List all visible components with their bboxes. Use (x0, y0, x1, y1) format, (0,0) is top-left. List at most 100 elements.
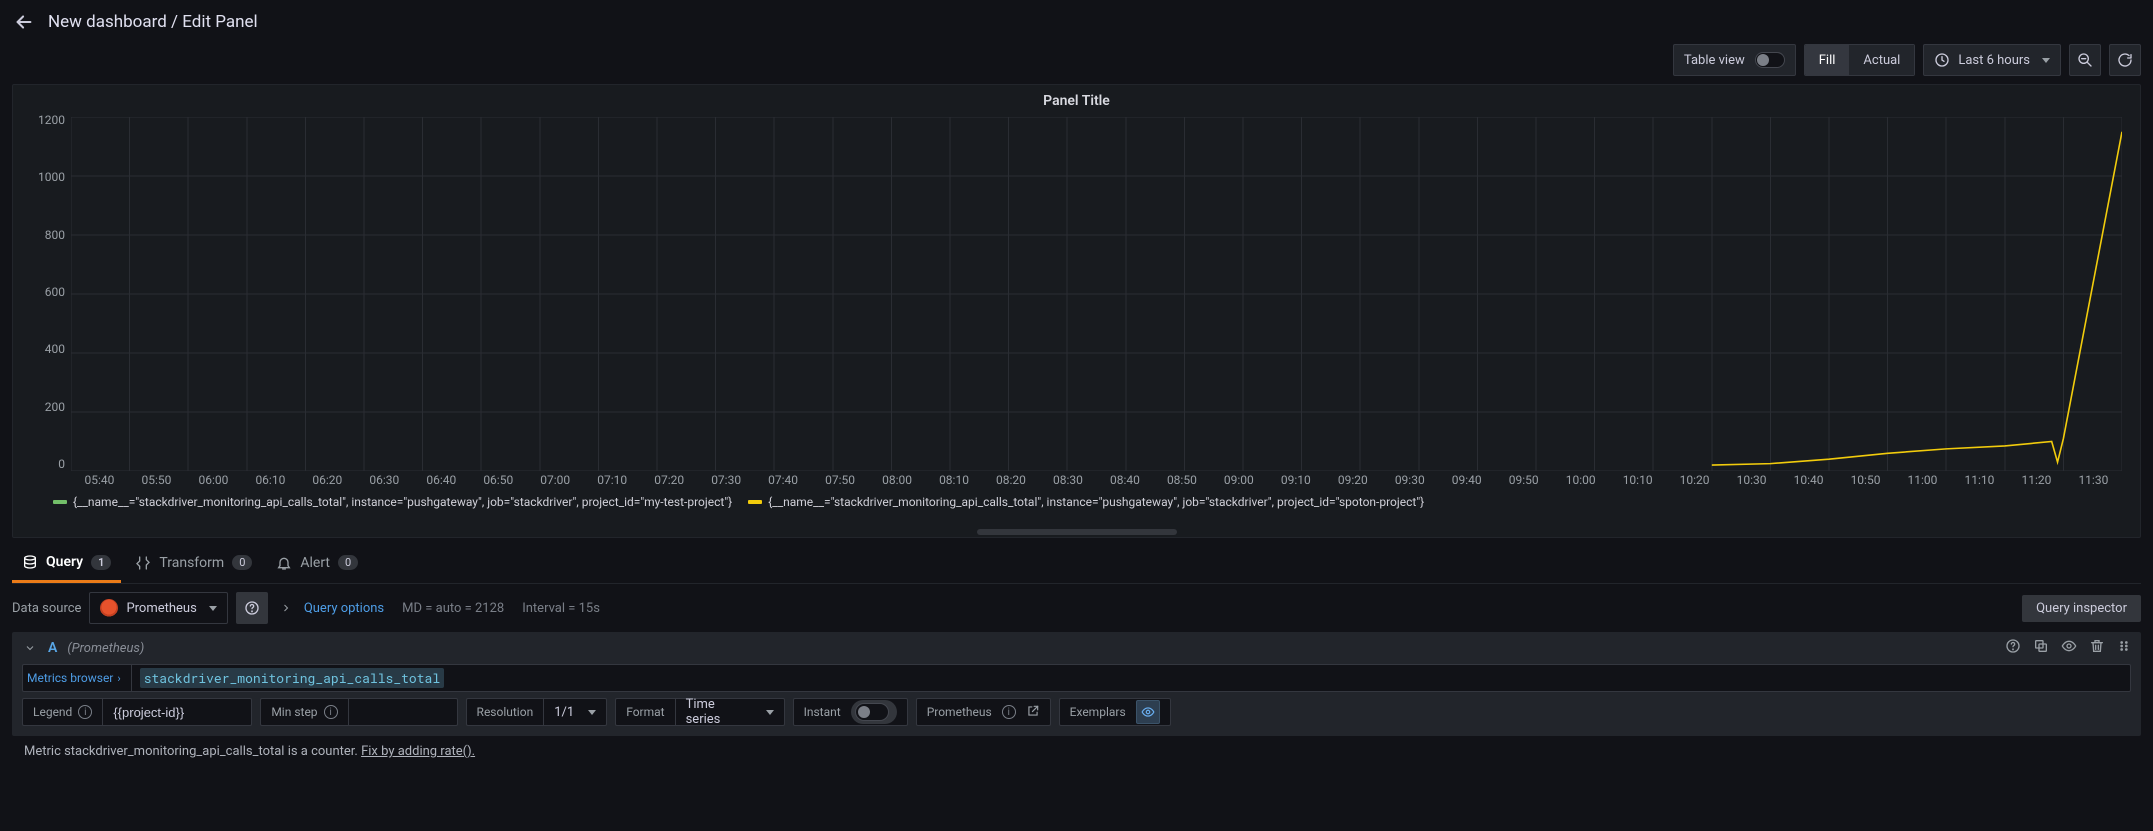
chevron-down-icon (2042, 58, 2050, 63)
fill-button[interactable]: Fill (1805, 45, 1850, 75)
bottom-tabs: Query 1 Transform 0 Alert 0 (12, 544, 2141, 584)
x-tick: 09:20 (1324, 473, 1381, 493)
query-options-chevron[interactable] (276, 592, 296, 624)
tab-transform[interactable]: Transform 0 (125, 545, 262, 583)
x-tick: 09:50 (1495, 473, 1552, 493)
chevron-down-icon (766, 710, 774, 715)
legend-swatch (53, 500, 67, 504)
x-tick: 10:50 (1837, 473, 1894, 493)
instant-switch[interactable] (855, 703, 889, 721)
resolution-label: Resolution (466, 698, 544, 726)
toggle-visibility-icon[interactable] (2061, 638, 2077, 658)
x-tick: 09:40 (1438, 473, 1495, 493)
back-arrow-button[interactable] (12, 10, 36, 34)
query-inspector-button[interactable]: Query inspector (2022, 595, 2141, 622)
data-source-picker[interactable]: Prometheus (89, 592, 227, 624)
refresh-button[interactable] (2109, 44, 2141, 76)
data-source-name: Prometheus (126, 601, 196, 616)
time-range-picker[interactable]: Last 6 hours (1923, 44, 2061, 76)
delete-query-icon[interactable] (2089, 638, 2105, 658)
x-tick: 05:40 (71, 473, 128, 493)
panel-chart-area: Panel Title 120010008006004002000 05:400… (12, 84, 2141, 538)
prometheus-logo-icon (100, 599, 118, 617)
legend-input[interactable] (113, 705, 241, 720)
resolution-select[interactable]: 1/1 (543, 698, 607, 726)
legend-label: {__name__="stackdriver_monitoring_api_ca… (768, 495, 1424, 509)
fill-actual-toggle: Fill Actual (1804, 44, 1916, 76)
tab-alert[interactable]: Alert 0 (266, 545, 368, 583)
x-tick: 07:40 (755, 473, 812, 493)
tab-query-count: 1 (91, 555, 111, 570)
y-tick: 1200 (38, 113, 65, 127)
x-tick: 08:40 (1096, 473, 1153, 493)
x-tick: 06:30 (356, 473, 413, 493)
legend-item[interactable]: {__name__="stackdriver_monitoring_api_ca… (53, 495, 732, 509)
x-tick: 08:30 (1039, 473, 1096, 493)
tab-query[interactable]: Query 1 (12, 544, 121, 583)
info-icon[interactable]: i (1002, 705, 1016, 719)
x-tick: 10:10 (1609, 473, 1666, 493)
actual-button[interactable]: Actual (1849, 45, 1914, 75)
legend-swatch (748, 500, 762, 504)
time-range-label: Last 6 hours (1958, 53, 2030, 68)
hint-text: Metric stackdriver_monitoring_api_calls_… (24, 744, 361, 759)
tab-alert-count: 0 (338, 555, 358, 570)
hint-fix-link[interactable]: Fix by adding rate(). (361, 744, 475, 759)
counter-hint: Metric stackdriver_monitoring_api_calls_… (12, 740, 2141, 771)
x-axis: 05:4005:5006:0006:1006:2006:3006:4006:50… (71, 473, 2122, 493)
x-tick: 08:20 (983, 473, 1040, 493)
promql-expression: stackdriver_monitoring_api_calls_total (140, 668, 444, 688)
x-tick: 07:00 (527, 473, 584, 493)
info-icon[interactable]: i (324, 705, 338, 719)
table-view-switch[interactable] (1755, 52, 1785, 68)
query-help-icon[interactable] (2005, 638, 2021, 658)
query-options-link[interactable]: Query options (304, 601, 384, 616)
collapse-chevron[interactable] (22, 640, 38, 656)
chevron-down-icon (209, 606, 217, 611)
x-tick: 09:00 (1210, 473, 1267, 493)
x-tick: 06:50 (470, 473, 527, 493)
x-tick: 07:10 (584, 473, 641, 493)
drag-handle-icon[interactable] (2117, 638, 2131, 658)
instant-toggle-group: Instant (793, 698, 908, 726)
panel-toolbar: Table view Fill Actual Last 6 hours (0, 44, 2153, 84)
data-source-label: Data source (12, 601, 81, 616)
info-icon[interactable]: i (78, 705, 92, 719)
x-tick: 08:00 (869, 473, 926, 493)
y-axis: 120010008006004002000 (21, 113, 71, 471)
promql-input[interactable]: stackdriver_monitoring_api_calls_total (132, 664, 2131, 692)
x-tick: 10:00 (1552, 473, 1609, 493)
chevron-right-icon: › (117, 672, 120, 685)
zoom-out-button[interactable] (2069, 44, 2101, 76)
plot-area (71, 117, 2122, 471)
x-tick: 06:00 (185, 473, 242, 493)
y-tick: 800 (45, 228, 65, 242)
query-letter[interactable]: A (48, 640, 57, 656)
query-header-bar: Data source Prometheus Query options MD … (0, 584, 2153, 632)
metrics-browser-button[interactable]: Metrics browser › (22, 664, 132, 692)
x-tick: 11:00 (1894, 473, 1951, 493)
legend-item[interactable]: {__name__="stackdriver_monitoring_api_ca… (748, 495, 1424, 509)
chart[interactable]: 120010008006004002000 05:4005:5006:0006:… (21, 113, 2132, 493)
min-step-input[interactable] (359, 705, 447, 720)
legend-field-label: Legend i (22, 698, 102, 726)
x-tick: 10:30 (1723, 473, 1780, 493)
exemplars-eye-button[interactable] (1136, 700, 1160, 724)
x-tick: 10:20 (1666, 473, 1723, 493)
x-tick: 08:10 (926, 473, 983, 493)
format-select[interactable]: Time series (675, 698, 785, 726)
x-tick: 09:10 (1267, 473, 1324, 493)
md-info: MD = auto = 2128 (402, 601, 504, 616)
x-tick: 11:30 (2065, 473, 2122, 493)
x-tick: 10:40 (1780, 473, 1837, 493)
chevron-down-icon (588, 710, 596, 715)
duplicate-query-icon[interactable] (2033, 638, 2049, 658)
legend-scroll-handle[interactable] (977, 529, 1177, 535)
x-tick: 06:10 (242, 473, 299, 493)
external-link-icon[interactable] (1026, 704, 1040, 721)
chart-legend: {__name__="stackdriver_monitoring_api_ca… (13, 493, 2140, 513)
table-view-toggle-group: Table view (1673, 44, 1796, 76)
format-label: Format (615, 698, 674, 726)
top-bar: New dashboard / Edit Panel (0, 0, 2153, 44)
data-source-help-button[interactable] (236, 592, 268, 624)
